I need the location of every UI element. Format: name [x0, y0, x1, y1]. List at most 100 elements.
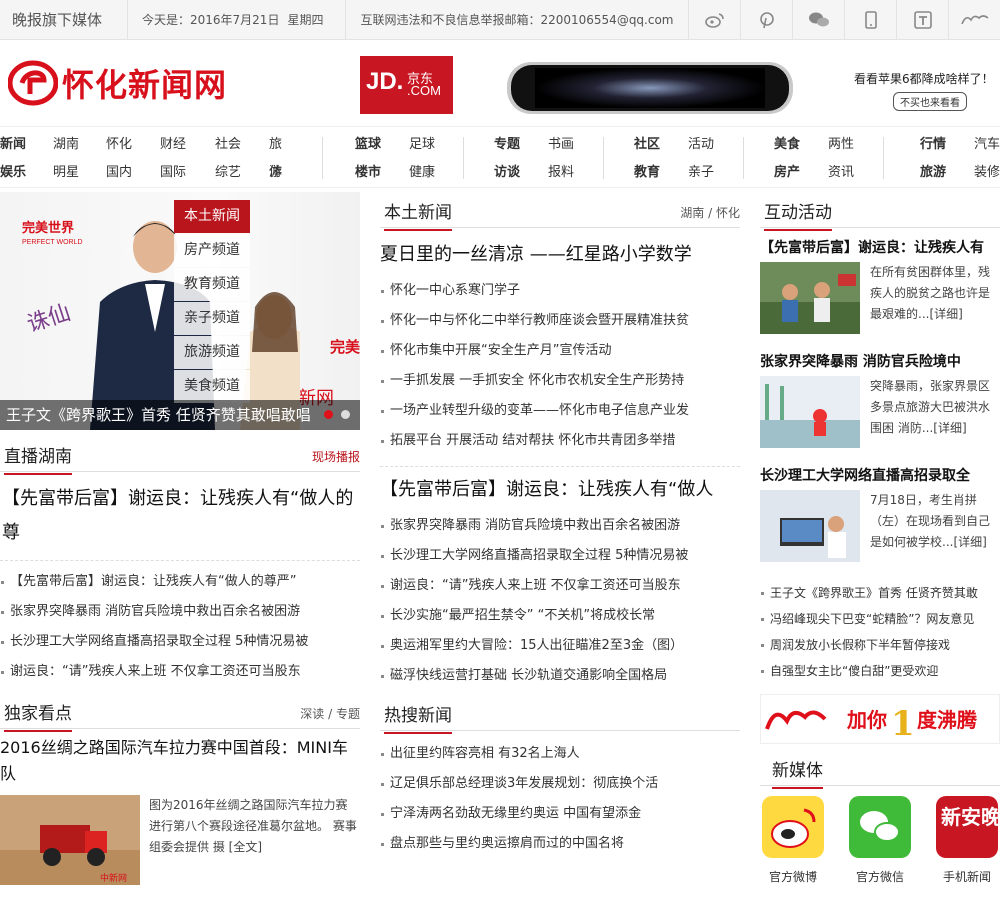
slider-tab[interactable]: 旅游频道 [174, 336, 250, 369]
section-title[interactable]: 热搜新闻 [384, 701, 452, 734]
nav-link[interactable]: 书画 [548, 131, 574, 159]
huaihua-link[interactable]: 怀化 [716, 206, 740, 220]
story-title[interactable]: 张家界突降暴雨 消防官兵险境中 [760, 350, 1000, 374]
rally-car-image[interactable]: 中新网 [0, 795, 140, 885]
slider-tab[interactable]: 亲子频道 [174, 302, 250, 335]
nav-link[interactable]: 社区 [634, 131, 660, 159]
list-item[interactable]: 王子文《跨界歌王》首秀 任贤齐赞其敢 [760, 580, 1000, 606]
story-image[interactable] [760, 262, 860, 334]
official-wechat[interactable]: 官方微信 [847, 796, 913, 885]
detail-link[interactable]: [详细] [929, 307, 962, 321]
list-item[interactable]: 怀化一中心系寒门学子 [380, 276, 740, 306]
slider-caption[interactable]: 王子文《跨界歌王》首秀 任贤齐赞其敢唱敢唱 [0, 400, 360, 430]
list-item[interactable]: 长沙实施“最严招生禁令” “不关机”将成校长常 [380, 601, 740, 631]
hunan-link[interactable]: 湖南 [680, 206, 704, 220]
story-title[interactable]: 【先富带后富】谢运良：让残疾人有 [760, 236, 1000, 260]
nav-link[interactable]: 社会 [215, 131, 241, 159]
nav-link[interactable]: 娱乐 [0, 159, 26, 187]
ad-button[interactable]: 不买也来看看 [893, 92, 967, 111]
list-item[interactable]: 怀化一中与怀化二中举行教师座谈会暨开展精准扶贫 [380, 306, 740, 336]
list-item[interactable]: 一场产业转型升级的变革——怀化市电子信息产业发 [380, 396, 740, 426]
list-item[interactable]: 谢运良：“请”残疾人来上班 不仅拿工资还可当股东 [380, 571, 740, 601]
list-item[interactable]: 长沙理工大学网络直播高招录取全过程 5种情况易被 [380, 541, 740, 571]
slider-dot[interactable] [341, 410, 350, 419]
wechat-icon[interactable] [792, 0, 844, 40]
mobile-news[interactable]: 新安晚报 手机新闻 [934, 796, 1000, 885]
nav-link[interactable]: 资讯 [828, 159, 854, 187]
story-image[interactable] [760, 490, 860, 562]
tencent-weibo-icon[interactable] [896, 0, 948, 40]
headline[interactable]: 2016丝绸之路国际汽车拉力赛中国首段：MINI车队 [0, 735, 360, 787]
slider-tab[interactable]: 房产频道 [174, 234, 250, 267]
nav-link[interactable]: 财经 [160, 131, 186, 159]
list-item[interactable]: 磁浮快线运营打基础 长沙轨道交通影响全国格局 [380, 661, 740, 691]
full-text-link[interactable]: [全文] [229, 840, 262, 854]
brand-logo-icon[interactable] [948, 0, 1000, 40]
list-item[interactable]: 谢运良：“请”残疾人来上班 不仅拿工资还可当股东 [0, 657, 360, 687]
media-brand-label[interactable]: 晚报旗下媒体 [0, 0, 128, 40]
section-title[interactable]: 独家看点 [4, 699, 72, 732]
list-item[interactable]: 周润发放小长假称下半年暂停接戏 [760, 632, 1000, 658]
section-title[interactable]: 新媒体 [772, 756, 823, 789]
slider-tab[interactable]: 美食频道 [174, 370, 250, 403]
slider-tab[interactable]: 教育频道 [174, 268, 250, 301]
list-item[interactable]: 奥运湘军里约大冒险：15人出征瞄准2至3金（图） [380, 631, 740, 661]
nav-link[interactable]: 怀化 [106, 131, 132, 159]
headline[interactable]: 【先富带后富】谢运良：让残疾人有“做人 [380, 477, 740, 503]
detail-link[interactable]: [详细] [953, 535, 986, 549]
list-item[interactable]: 长沙理工大学网络直播高招录取全过程 5种情况易被 [0, 627, 360, 657]
promo-banner[interactable]: 加你 1 度沸腾 [760, 694, 1000, 744]
list-item[interactable]: 张家界突降暴雨 消防官兵险境中救出百余名被困游 [380, 511, 740, 541]
nav-link[interactable]: 报料 [548, 159, 574, 187]
nav-link[interactable]: 行情 [920, 131, 946, 159]
nav-link[interactable]: 明星 [53, 159, 79, 187]
pinterest-icon[interactable] [740, 0, 792, 40]
list-item[interactable]: 盘点那些与里约奥运擦肩而过的中国名将 [380, 829, 740, 859]
report-email[interactable]: 互联网违法和不良信息举报邮箱：2200106554@qq.com [346, 0, 687, 40]
special-link[interactable]: 专题 [336, 707, 360, 721]
nav-link[interactable]: 健康 [409, 159, 435, 187]
nav-link[interactable]: 两性 [828, 131, 854, 159]
nav-link[interactable]: 教育 [634, 159, 660, 187]
nav-link[interactable]: 专题 [494, 131, 520, 159]
nav-link[interactable]: 综艺 [215, 159, 241, 187]
nav-link[interactable]: 楼市 [355, 159, 381, 187]
nav-link[interactable]: 湖南 [53, 131, 79, 159]
section-title[interactable]: 直播湖南 [4, 442, 72, 475]
list-item[interactable]: 自强型女主比“傻白甜”更受欢迎 [760, 658, 1000, 684]
list-item[interactable]: 宁泽涛两名劲敌无缘里约奥运 中国有望添金 [380, 799, 740, 829]
ad-text[interactable]: 看看苹果6都降成啥样了！ [854, 70, 994, 87]
list-item[interactable]: 【先富带后富】谢运良：让残疾人有“做人的尊严” [0, 567, 360, 597]
weibo-icon[interactable] [688, 0, 740, 40]
list-item[interactable]: 冯绍峰现尖下巴变“蛇精脸”？网友意见 [760, 606, 1000, 632]
headline[interactable]: 夏日里的一丝清凉 ——红星路小学数学 [380, 238, 740, 272]
story-image[interactable] [760, 376, 860, 448]
live-report-link[interactable]: 现场播报 [312, 448, 360, 465]
list-item[interactable]: 怀化市集中开展“安全生产月”宣传活动 [380, 336, 740, 366]
list-item[interactable]: 一手抓发展 一手抓安全 怀化市农机安全生产形势持 [380, 366, 740, 396]
nav-link[interactable]: 活动 [688, 131, 714, 159]
list-item[interactable]: 出征里约阵容亮相 有32名上海人 [380, 739, 740, 769]
nav-link[interactable]: 装修 [974, 159, 1000, 187]
jd-ad[interactable]: JD. 京东 .COM [360, 56, 453, 114]
story-title[interactable]: 长沙理工大学网络直播高招录取全 [760, 464, 1000, 488]
nav-link[interactable]: 汽车 [974, 131, 1000, 159]
slider-tab[interactable]: 本土新闻 [174, 200, 250, 233]
nav-link[interactable]: 旅游 [920, 159, 946, 187]
official-weibo[interactable]: 官方微博 [760, 796, 826, 885]
nav-link[interactable]: 房产 [774, 159, 800, 187]
list-item[interactable]: 张家界突降暴雨 消防官兵险境中救出百余名被困游 [0, 597, 360, 627]
headline[interactable]: 【先富带后富】谢运良：让残疾人有“做人的尊 [0, 482, 360, 550]
slider-dot[interactable] [324, 410, 333, 419]
image-slider[interactable]: 完美世界 PERFECT WORLD 诛仙 完美 中新网 本土新闻 房产频道 教育频… [0, 192, 360, 430]
list-item[interactable]: 拓展平台 开展活动 结对帮扶 怀化市共青团多举措 [380, 426, 740, 456]
nav-link[interactable]: 国际 [160, 159, 186, 187]
nav-link[interactable]: 足球 [409, 131, 435, 159]
nav-link[interactable]: 亲子 [688, 159, 714, 187]
iphone-ad-image[interactable] [505, 60, 795, 116]
nav-link[interactable]: 访谈 [494, 159, 520, 187]
nav-link[interactable]: 国内 [106, 159, 132, 187]
mobile-icon[interactable] [844, 0, 896, 40]
detail-link[interactable]: [详细] [933, 421, 966, 435]
section-title[interactable]: 本土新闻 [384, 198, 452, 231]
